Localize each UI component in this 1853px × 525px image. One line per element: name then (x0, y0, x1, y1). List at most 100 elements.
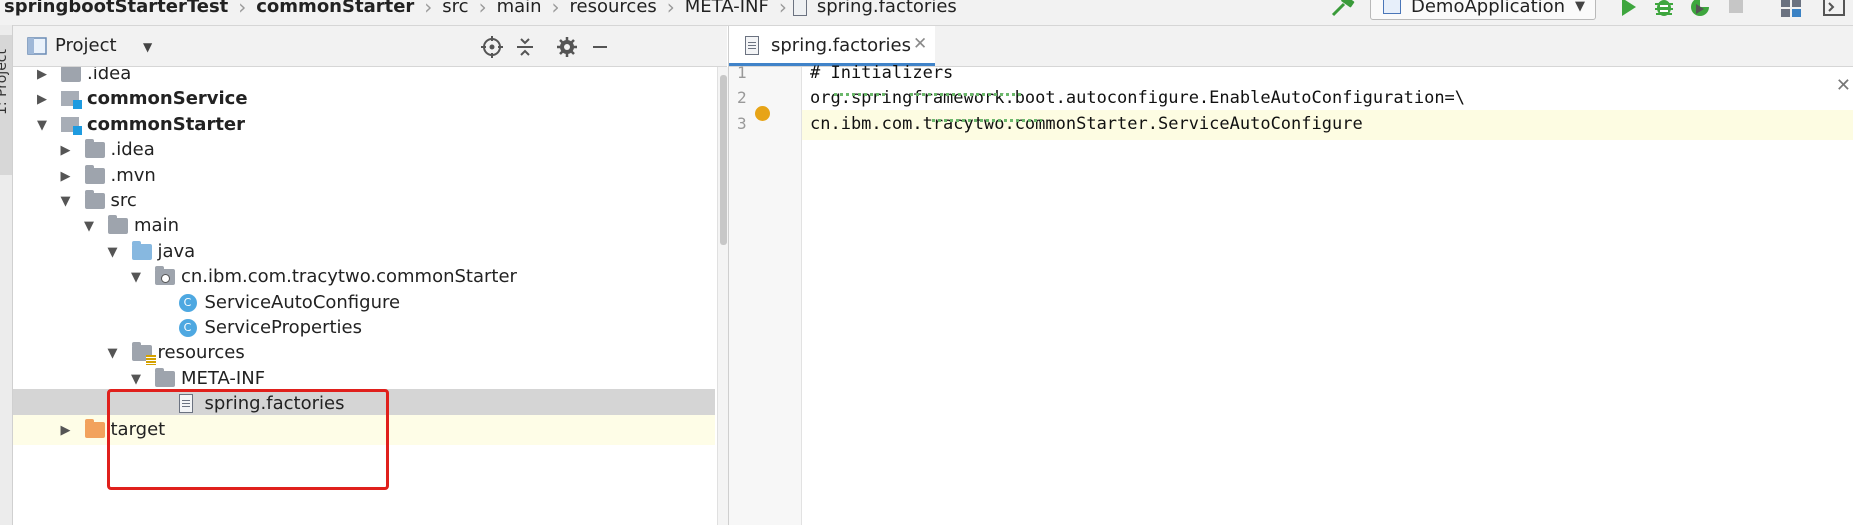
expand-arrow-right-icon[interactable]: ▶ (37, 92, 47, 107)
intention-bulb-icon[interactable] (755, 106, 770, 121)
project-tool-tab[interactable]: 1: Project (0, 35, 12, 175)
java-class-icon: C (178, 294, 197, 312)
breadcrumb: springbootStarterTest › commonStarter › src ›… (0, 0, 961, 19)
package-icon (155, 266, 175, 285)
spelling-warning-underline (834, 93, 886, 96)
package-dot (161, 274, 170, 283)
line-number-gutter: 1 2 3 (729, 63, 802, 525)
navigation-bar: springbootStarterTest › commonStarter › src ›… (0, 0, 1853, 26)
expand-arrow-down-icon[interactable]: ▼ (84, 219, 94, 234)
file-icon (178, 394, 193, 413)
expand-arrow-down-icon[interactable]: ▼ (61, 194, 71, 209)
close-icon[interactable]: ✕ (913, 34, 927, 54)
expand-arrow-right-icon[interactable]: ▶ (61, 143, 71, 158)
stop-icon[interactable] (1724, 0, 1748, 18)
folder-icon (61, 67, 81, 82)
tree-item-label: resources (157, 342, 245, 363)
coverage-icon[interactable] (1688, 0, 1712, 18)
hammer-icon[interactable] (1330, 0, 1356, 18)
project-tree: ▶ .idea ▶ commonService ▼ commonStarter ▶ .idea… (13, 67, 715, 525)
collapse-all-icon[interactable] (514, 36, 536, 58)
tree-item-label: commonStarter (87, 114, 246, 135)
code-editor[interactable]: cn.ibm.com.tracytwo.commonStarter.Servic… (802, 63, 1853, 525)
code-line[interactable]: # Initializers (802, 59, 1853, 89)
breadcrumb-separator: › (424, 0, 433, 19)
terminal-icon[interactable] (1822, 0, 1846, 18)
excluded-folder-icon (84, 419, 105, 438)
tree-item-label: ServiceProperties (204, 317, 363, 338)
line-number: 2 (737, 88, 747, 108)
expand-arrow-down-icon[interactable]: ▼ (131, 270, 141, 285)
expand-arrow-right-icon[interactable]: ▶ (37, 67, 47, 82)
file-icon (792, 0, 807, 16)
expand-arrow-down-icon[interactable]: ▼ (108, 346, 118, 361)
scrollbar-thumb[interactable] (720, 75, 727, 245)
module-icon (61, 91, 82, 109)
breadcrumb-item[interactable]: resources (566, 0, 661, 17)
breadcrumb-item[interactable]: commonStarter (252, 0, 418, 17)
tree-item-label: ServiceAutoConfigure (204, 292, 401, 313)
breadcrumb-item[interactable]: springbootStarterTest (0, 0, 232, 17)
application-icon (1383, 0, 1401, 14)
debug-icon[interactable] (1652, 0, 1676, 18)
code-line-text: # Initializers (810, 63, 954, 83)
spelling-warning-underline (910, 93, 1022, 96)
breadcrumb-separator: › (551, 0, 560, 19)
expand-arrow-down-icon[interactable]: ▼ (131, 372, 141, 387)
project-panel-title[interactable]: Project (55, 35, 117, 56)
left-tool-strip: 1: Project (0, 25, 13, 525)
run-configuration-select[interactable]: DemoApplication ▼ (1370, 0, 1596, 20)
tree-item-label: target (110, 419, 166, 440)
breadcrumb-separator: › (666, 0, 675, 19)
chevron-down-icon: ▼ (1575, 0, 1585, 14)
tree-item-label: spring.factories (204, 393, 345, 414)
run-icon[interactable] (1616, 0, 1640, 18)
tree-item-label: META-INF (181, 368, 266, 389)
module-icon (61, 117, 82, 135)
breadcrumb-item[interactable]: META-INF (681, 0, 773, 17)
expand-arrow-down-icon[interactable]: ▼ (37, 118, 47, 133)
spelling-warning-underline (932, 119, 1042, 122)
tree-item-label: .idea (110, 139, 155, 160)
tree-item-label: commonService (87, 88, 248, 109)
editor-tab-label: spring.factories (771, 35, 911, 56)
file-icon (745, 36, 759, 55)
tree-item-label: .idea (87, 67, 132, 84)
chevron-down-icon[interactable]: ▼ (143, 40, 152, 54)
folder-icon (84, 190, 105, 209)
line-number: 3 (737, 113, 747, 133)
close-icon[interactable]: ✕ (1836, 75, 1851, 96)
tree-item-label: main (134, 215, 179, 236)
tree-item-label: java (157, 241, 196, 262)
breadcrumb-item[interactable]: src (438, 0, 472, 17)
expand-arrow-right-icon[interactable]: ▶ (61, 423, 71, 438)
project-tool-tab-label: 1: Project (0, 49, 10, 115)
expand-arrow-down-icon[interactable]: ▼ (108, 245, 118, 260)
resources-folder-icon (131, 342, 156, 365)
source-folder-icon (131, 241, 152, 260)
locate-target-icon[interactable] (481, 36, 503, 58)
breadcrumb-item[interactable]: main (493, 0, 546, 17)
tree-item-label: .mvn (110, 165, 156, 186)
breadcrumb-separator: › (478, 0, 487, 19)
project-structure-icon[interactable] (1779, 0, 1803, 18)
expand-arrow-right-icon[interactable]: ▶ (61, 169, 71, 184)
tree-item-label: src (110, 190, 137, 211)
project-panel-header: Project ▼ (13, 26, 727, 67)
code-line-text: org.springframework.boot.autoconfigure.E… (810, 88, 1466, 109)
folder-icon (84, 139, 105, 158)
tree-item[interactable]: ▶ target (13, 415, 715, 445)
code-line-text: cn.ibm.com.tracytwo.commonStarter.Servic… (810, 113, 1363, 134)
breadcrumb-separator: › (778, 0, 787, 19)
java-class-icon: C (178, 319, 197, 337)
gear-icon[interactable] (556, 36, 578, 58)
folder-icon (108, 215, 128, 234)
breadcrumb-item[interactable]: spring.factories (813, 0, 961, 17)
line-number: 1 (737, 63, 747, 82)
run-configuration-label: DemoApplication (1411, 0, 1566, 17)
folder-icon (155, 368, 175, 387)
tree-item-label: cn.ibm.com.tracytwo.commonStarter (181, 266, 517, 287)
breadcrumb-separator: › (238, 0, 247, 19)
minimize-icon[interactable] (589, 36, 611, 58)
project-view-icon (27, 37, 47, 55)
